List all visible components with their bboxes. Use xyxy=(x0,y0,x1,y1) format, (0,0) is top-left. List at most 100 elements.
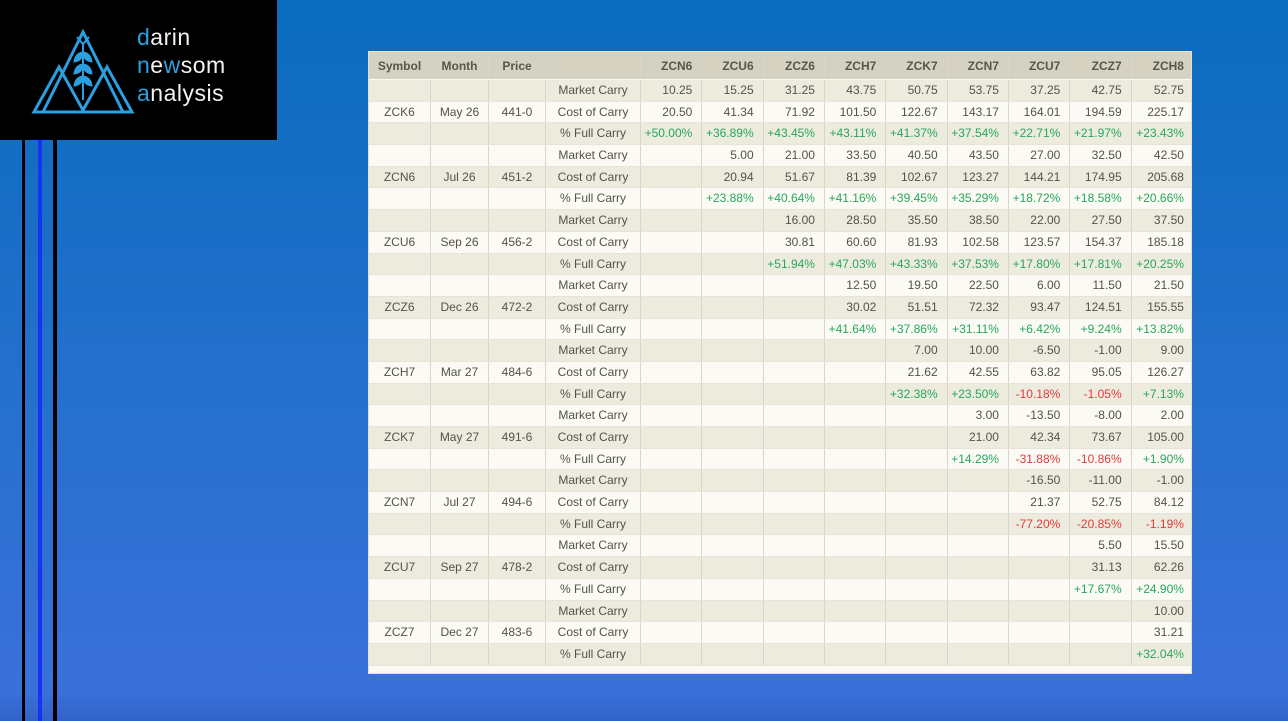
cell-month xyxy=(431,253,489,275)
cell-price: 456-2 xyxy=(489,231,546,253)
cell-value xyxy=(764,448,825,470)
cell-value xyxy=(764,643,825,665)
cell-value: 53.75 xyxy=(948,80,1009,101)
cell-row-label: % Full Carry xyxy=(546,188,641,210)
table-row: % Full Carry +23.88% +40.64% +41.16% +39.45%… xyxy=(369,188,1191,211)
cell-value: +20.25% xyxy=(1136,256,1184,271)
cell-value: 33.50 xyxy=(825,145,887,166)
cell-value xyxy=(764,296,825,318)
cell-value xyxy=(641,231,703,253)
cell-value: 123.57 xyxy=(1009,231,1071,253)
table-row: % Full Carry +14.29% -31.88% -10.86% +1.90% xyxy=(369,448,1191,471)
column-header: ZCN6 xyxy=(641,52,703,79)
table-row: ZCZ7 Dec 27 483-6 Cost of Carry 31.21 xyxy=(369,622,1191,644)
cell-value xyxy=(764,470,825,492)
cell-value xyxy=(641,405,703,426)
cell-price xyxy=(489,253,546,275)
cell-value: 38.50 xyxy=(948,210,1009,231)
cell-value: +1.90% xyxy=(1142,451,1184,466)
table-row: Market Carry 16.00 28.50 35.50 38.50 22.00 27.… xyxy=(369,210,1191,232)
cell-value xyxy=(825,470,887,492)
cell-value xyxy=(702,210,764,231)
cell-month xyxy=(431,80,489,101)
cell-value: 6.00 xyxy=(1009,275,1071,296)
column-header: ZCK7 xyxy=(886,52,948,79)
cell-value xyxy=(948,513,1009,535)
cell-value: +20.66% xyxy=(1136,191,1184,206)
cell-value xyxy=(1009,600,1071,622)
cell-value: 174.95 xyxy=(1070,166,1132,188)
cell-row-label: Market Carry xyxy=(546,340,641,361)
table-row: % Full Carry +50.00% +36.89% +43.45% +43.11%… xyxy=(369,123,1191,146)
cell-value: 71.92 xyxy=(764,101,825,123)
cell-value xyxy=(764,578,825,600)
cell-value xyxy=(886,578,948,600)
table-row: % Full Carry +32.04% xyxy=(369,643,1191,666)
cell-symbol xyxy=(369,253,431,275)
cell-row-label: Market Carry xyxy=(546,405,641,426)
table-row: % Full Carry +51.94% +47.03% +43.33% +37.53%… xyxy=(369,253,1191,276)
cell-value: 154.37 xyxy=(1070,231,1132,253)
cell-symbol: ZCK6 xyxy=(369,101,431,123)
cell-value: +13.82% xyxy=(1136,321,1184,336)
cell-value: 9.00 xyxy=(1160,343,1184,358)
cell-value xyxy=(1009,622,1071,643)
cell-month xyxy=(431,318,489,340)
cell-symbol xyxy=(369,578,431,600)
cell-value: +39.45% xyxy=(886,188,948,210)
cell-value: 31.25 xyxy=(764,80,825,101)
cell-value: +17.67% xyxy=(1070,578,1132,600)
cell-value: 62.26 xyxy=(1153,560,1184,575)
cell-value: +37.86% xyxy=(886,318,948,340)
cell-value xyxy=(886,600,948,622)
cell-value: +32.38% xyxy=(886,383,948,405)
cell-value xyxy=(641,383,703,405)
cell-value: 155.55 xyxy=(1147,299,1184,314)
cell-value: 20.50 xyxy=(641,101,703,123)
slide-background: { "logo": { "accent_color": "#2b9fe0", "… xyxy=(0,0,1288,721)
cell-value: 81.93 xyxy=(886,231,948,253)
cell-row-label: Cost of Carry xyxy=(546,492,641,513)
cell-value xyxy=(641,643,703,665)
cell-value: 12.50 xyxy=(825,275,887,296)
cell-row-label: Market Carry xyxy=(546,80,641,101)
cell-value: 20.94 xyxy=(702,166,764,188)
cell-value xyxy=(641,513,703,535)
cell-value xyxy=(702,470,764,492)
cell-value xyxy=(764,361,825,383)
table-row: Market Carry 3.00 -13.50 -8.00 2.00 xyxy=(369,405,1191,427)
cell-value: -1.19% xyxy=(1145,516,1184,531)
cell-row-label: Cost of Carry xyxy=(546,231,641,253)
table-row: ZCZ6 Dec 26 472-2 Cost of Carry 30.02 51.51 72… xyxy=(369,296,1191,319)
cell-value: -1.05% xyxy=(1070,383,1132,405)
cell-value xyxy=(948,557,1009,578)
logo-line: newsom xyxy=(137,52,226,78)
cell-symbol xyxy=(369,275,431,296)
cell-price: 441-0 xyxy=(489,101,546,123)
table-row: % Full Carry +17.67% +24.90% xyxy=(369,578,1191,601)
cell-value xyxy=(702,643,764,665)
cell-price xyxy=(489,513,546,535)
cell-value: -10.86% xyxy=(1070,448,1132,470)
cell-value xyxy=(825,600,887,622)
vertical-line-black-right xyxy=(53,140,57,721)
cell-value: 50.75 xyxy=(886,80,948,101)
vertical-line-black-left xyxy=(22,140,25,721)
table-header-row: Symbol Month Price ZCN6 ZCU6 ZCZ6 ZCH7 ZCK7 ZCN7… xyxy=(369,52,1191,80)
cell-value: 51.51 xyxy=(886,296,948,318)
table-row-clipped xyxy=(369,665,1191,673)
cell-value xyxy=(1009,643,1071,665)
cell-value: 51.67 xyxy=(764,166,825,188)
cell-row-label: % Full Carry xyxy=(546,123,641,145)
cell-value: 101.50 xyxy=(825,101,887,123)
cell-value: +40.64% xyxy=(764,188,825,210)
cell-row-label: Market Carry xyxy=(546,210,641,231)
cell-value: 225.17 xyxy=(1147,104,1184,119)
cell-row-label: Cost of Carry xyxy=(546,557,641,578)
cell-value xyxy=(1009,557,1071,578)
cell-price: 472-2 xyxy=(489,296,546,318)
cell-symbol xyxy=(369,80,431,101)
table-row: % Full Carry +32.38% +23.50% -10.18% -1.05% +… xyxy=(369,383,1191,406)
cell-symbol xyxy=(369,210,431,231)
cell-value: 10.00 xyxy=(948,340,1009,361)
